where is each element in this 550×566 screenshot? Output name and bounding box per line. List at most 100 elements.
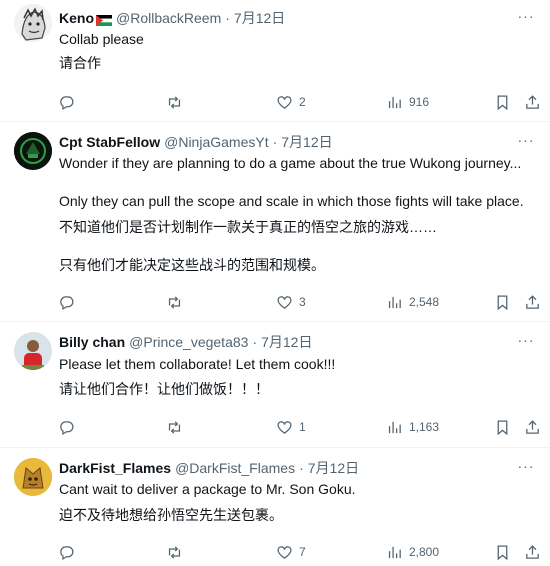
separator: · — [252, 334, 258, 350]
views-count: 2,548 — [409, 295, 440, 309]
reply-icon — [60, 95, 74, 110]
views-icon — [388, 96, 401, 108]
reply-button[interactable] — [58, 417, 75, 437]
action-bar: 1 1,163 — [0, 417, 550, 437]
like-button[interactable]: 7 — [276, 542, 306, 562]
avatar[interactable] — [14, 4, 52, 42]
share-icon — [526, 544, 539, 559]
retweet-icon — [168, 295, 181, 309]
reply-header: DarkFist_Flames @DarkFist_Flames · 7月12日 — [59, 458, 359, 478]
reply-icon — [60, 545, 74, 560]
timestamp[interactable]: 7月12日 — [281, 132, 332, 152]
share-button[interactable] — [524, 92, 541, 112]
like-count: 2 — [299, 95, 306, 109]
reply-text: Please let them collaborate! Let them co… — [59, 356, 336, 372]
views-button[interactable]: 2,800 — [386, 542, 439, 562]
like-count: 3 — [299, 295, 306, 309]
reply-text: Only they can pull the scope and scale i… — [59, 193, 524, 209]
retweet-button[interactable] — [166, 542, 183, 562]
avatar[interactable] — [14, 332, 52, 370]
action-bar: 2 916 — [0, 92, 550, 112]
bookmark-icon — [497, 94, 508, 110]
reply-text: Cant wait to deliver a package to Mr. So… — [59, 481, 356, 497]
more-icon[interactable]: ··· — [516, 6, 536, 26]
like-button[interactable]: 3 — [276, 292, 306, 312]
views-count: 1,163 — [409, 420, 440, 434]
timestamp[interactable]: 7月12日 — [261, 332, 312, 352]
display-name[interactable]: Cpt StabFellow — [59, 134, 160, 150]
views-button[interactable]: 2,548 — [386, 292, 439, 312]
views-count: 2,800 — [409, 545, 440, 559]
user-handle[interactable]: @DarkFist_Flames — [175, 460, 295, 476]
views-icon — [388, 421, 401, 433]
retweet-button[interactable] — [166, 417, 183, 437]
flag-icon — [96, 13, 112, 26]
share-button[interactable] — [524, 417, 541, 437]
timestamp[interactable]: 7月12日 — [234, 8, 285, 28]
retweet-button[interactable] — [166, 92, 183, 112]
reply-button[interactable] — [58, 542, 75, 562]
timestamp[interactable]: 7月12日 — [308, 458, 359, 478]
reply-text: 不知道他们是否计划制作一款关于真正的悟空之旅的游戏…… — [59, 219, 437, 235]
more-icon[interactable]: ··· — [516, 330, 536, 350]
retweet-icon — [168, 545, 181, 559]
bookmark-icon — [497, 544, 508, 560]
separator: · — [225, 10, 230, 26]
separator: · — [299, 460, 304, 476]
more-icon[interactable]: ··· — [516, 130, 536, 150]
display-name[interactable]: Billy chan — [59, 334, 125, 350]
more-icon[interactable]: ··· — [516, 456, 536, 476]
reply-header: Cpt StabFellow @NinjaGamesYt · 7月12日 — [59, 132, 333, 152]
share-icon — [526, 94, 539, 109]
reply-text: Collab please — [59, 31, 144, 47]
views-count: 916 — [409, 95, 430, 109]
retweet-icon — [168, 95, 181, 109]
bookmark-button[interactable] — [494, 417, 511, 437]
reply-text: 请合作 — [59, 55, 101, 71]
avatar[interactable] — [14, 458, 52, 496]
reply-header: Billy chan @Prince_vegeta83 · 7月12日 — [59, 332, 312, 352]
like-count: 1 — [299, 420, 306, 434]
like-button[interactable]: 1 — [276, 417, 306, 437]
display-name[interactable]: Keno — [59, 10, 94, 26]
views-button[interactable]: 1,163 — [386, 417, 439, 437]
separator: · — [272, 134, 278, 150]
user-handle[interactable]: @Prince_vegeta83 — [129, 334, 248, 350]
reply-item[interactable]: Keno @RollbackReem · 7月12日 ··· Collab pl… — [0, 0, 550, 122]
share-icon — [526, 294, 539, 309]
reply-item[interactable]: Billy chan @Prince_vegeta83 · 7月12日 ··· … — [0, 322, 550, 448]
heart-icon — [277, 545, 292, 559]
user-handle[interactable]: @RollbackReem — [116, 10, 221, 26]
reply-text: 迫不及待地想给孙悟空先生送包裹。 — [59, 507, 283, 523]
like-button[interactable]: 2 — [276, 92, 306, 112]
bookmark-button[interactable] — [494, 292, 511, 312]
bookmark-icon — [497, 419, 508, 435]
views-icon — [388, 546, 401, 558]
user-handle[interactable]: @NinjaGamesYt — [164, 134, 268, 150]
heart-icon — [277, 95, 292, 109]
reply-button[interactable] — [58, 92, 75, 112]
share-button[interactable] — [524, 292, 541, 312]
reply-button[interactable] — [58, 292, 75, 312]
views-icon — [388, 296, 401, 308]
bookmark-button[interactable] — [494, 542, 511, 562]
reply-item[interactable]: DarkFist_Flames @DarkFist_Flames · 7月12日… — [0, 448, 550, 566]
reply-text: 只有他们才能决定这些战斗的范围和规模。 — [59, 257, 325, 273]
bookmark-button[interactable] — [494, 92, 511, 112]
reply-icon — [60, 295, 74, 310]
heart-icon — [277, 295, 292, 309]
reply-header: Keno @RollbackReem · 7月12日 — [59, 8, 285, 28]
reply-item[interactable]: Cpt StabFellow @NinjaGamesYt · 7月12日 ···… — [0, 122, 550, 322]
display-name[interactable]: DarkFist_Flames — [59, 460, 171, 476]
reply-icon — [60, 420, 74, 435]
share-button[interactable] — [524, 542, 541, 562]
views-button[interactable]: 916 — [386, 92, 429, 112]
action-bar: 3 2,548 — [0, 292, 550, 312]
share-icon — [526, 419, 539, 434]
avatar[interactable] — [14, 132, 52, 170]
action-bar: 7 2,800 — [0, 542, 550, 562]
retweet-button[interactable] — [166, 292, 183, 312]
heart-icon — [277, 420, 292, 434]
bookmark-icon — [497, 294, 508, 310]
reply-text: 请让他们合作！让他们做饭！！！ — [59, 381, 269, 397]
